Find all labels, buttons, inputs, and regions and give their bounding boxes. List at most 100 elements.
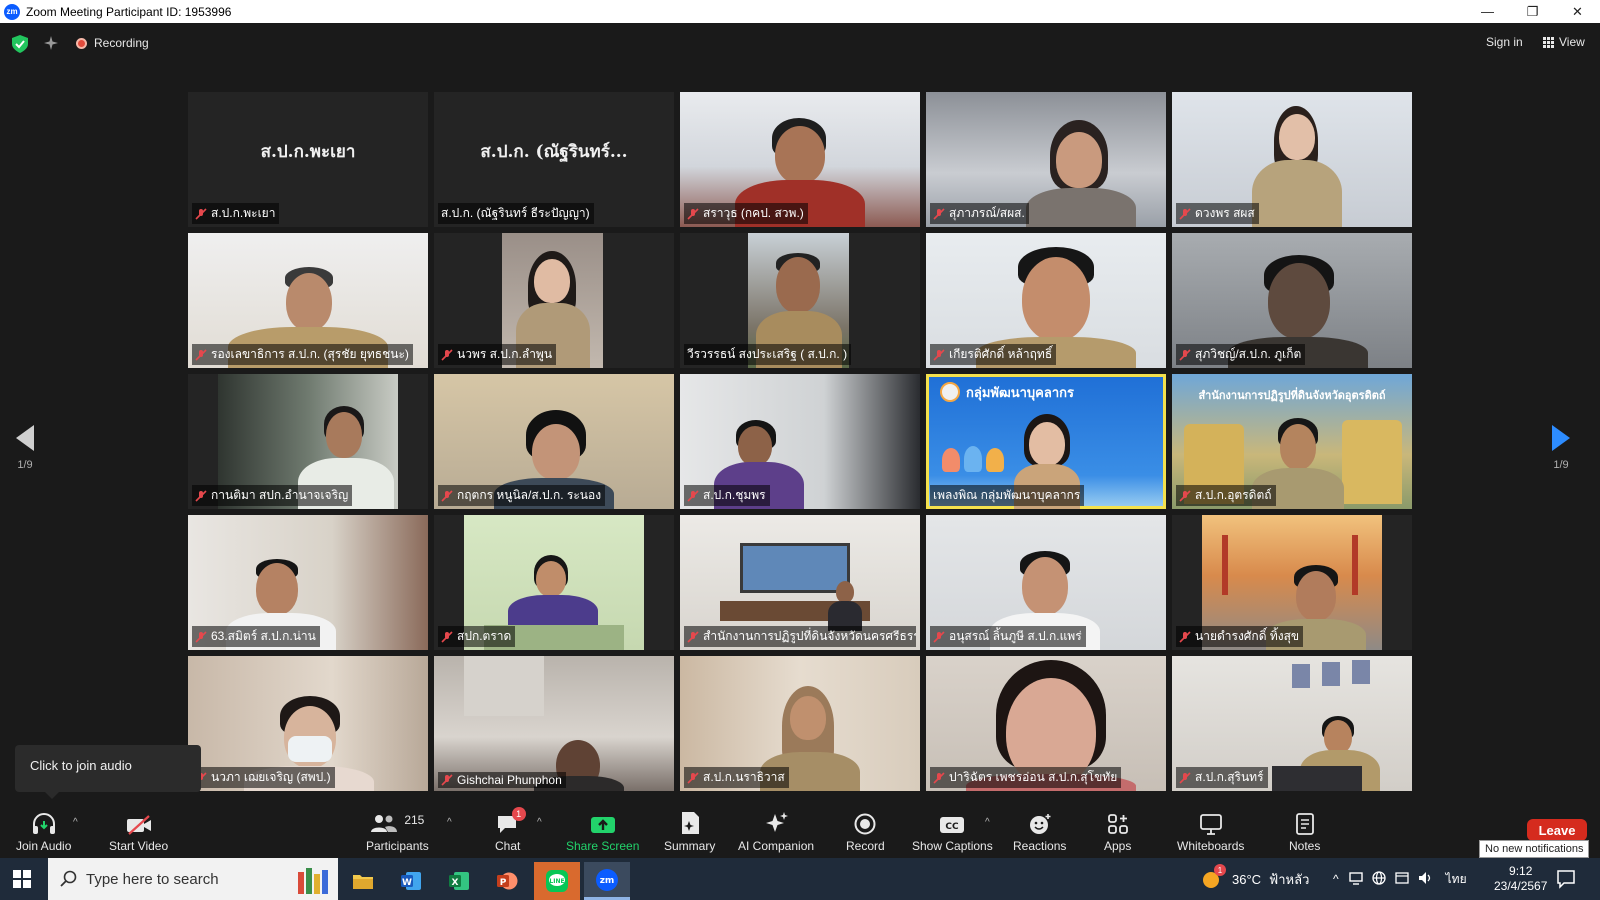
- participant-name: รองเลขาธิการ ส.ป.ก. (สุรชัย ยุทธชนะ): [211, 347, 409, 361]
- participant-name-display: ส.ป.ก.พะเยา: [260, 142, 356, 162]
- tray-window-icon[interactable]: [1394, 871, 1409, 888]
- notes-button[interactable]: Notes: [1289, 811, 1320, 853]
- zoom-taskbar-icon[interactable]: zm: [584, 862, 630, 900]
- excel-icon[interactable]: X: [436, 862, 482, 900]
- participant-name: สำนักงานการปฏิรูปที่ดินจังหวัดนครศรีธรร.…: [703, 629, 916, 643]
- muted-mic-icon: [195, 207, 207, 220]
- participant-tile[interactable]: ส.ป.ก. (ณัฐรินทร์... ส.ป.ก. (ณัฐรินทร์ ธ…: [434, 92, 674, 227]
- arrow-right-icon: [1552, 425, 1570, 451]
- participant-name: นวพร ส.ป.ก.ลำพูน: [457, 347, 553, 361]
- chat-options-caret-icon[interactable]: ^: [537, 817, 542, 828]
- participants-count: 215: [404, 813, 425, 827]
- reactions-button[interactable]: Reactions: [1013, 811, 1066, 853]
- captions-options-caret-icon[interactable]: ^: [985, 817, 990, 828]
- participant-name: Gishchai Phunphon: [457, 773, 562, 787]
- action-center-icon[interactable]: [1556, 869, 1576, 894]
- participant-tile[interactable]: อนุสรณ์ ลิ้นภูษี ส.ป.ก.แพร่: [926, 515, 1166, 650]
- restore-button[interactable]: ❐: [1510, 0, 1555, 23]
- show-captions-button[interactable]: CC Show Captions: [912, 811, 993, 853]
- taskbar-search-box[interactable]: Type here to search: [48, 858, 338, 900]
- network-globe-icon[interactable]: [1371, 870, 1386, 888]
- participant-label: สุภาภรณ์/สผส.: [930, 203, 1029, 224]
- next-page-button[interactable]: 1/9: [1552, 425, 1570, 471]
- participant-label: ส.ป.ก. (ณัฐรินทร์ ธีระปัญญา): [438, 203, 594, 224]
- whiteboards-button[interactable]: Whiteboards: [1177, 811, 1244, 853]
- apps-button[interactable]: Apps: [1104, 811, 1131, 853]
- participant-tile[interactable]: ปาริฉัตร เพชรอ่อน ส.ป.ก.สุโขทัย: [926, 656, 1166, 791]
- participant-tile[interactable]: สำนักงานการปฏิรูปที่ดินจังหวัดนครศรีธรร.…: [680, 515, 920, 650]
- muted-mic-icon: [441, 489, 453, 502]
- participant-tile-active-speaker[interactable]: กลุ่มพัฒนาบุคลากร เพลงพิณ กลุ่มพัฒนาบุคล…: [926, 374, 1166, 509]
- minimize-button[interactable]: —: [1465, 0, 1510, 23]
- participant-tile[interactable]: สปก.ตราด: [434, 515, 674, 650]
- muted-mic-icon: [1179, 348, 1191, 361]
- participant-tile[interactable]: นายดำรงศักดิ์ ทิ้งสุข: [1172, 515, 1412, 650]
- participant-tile[interactable]: ส.ป.ก.สุรินทร์: [1172, 656, 1412, 791]
- weather-widget[interactable]: 1 36°C ฟ้าหลัว: [1200, 858, 1309, 900]
- zoom-logo-icon: zm: [4, 3, 20, 20]
- join-audio-button[interactable]: Join Audio: [16, 811, 71, 853]
- chat-badge: 1: [511, 807, 526, 821]
- leave-button[interactable]: Leave: [1527, 819, 1587, 841]
- participant-label: นวภา เฌยเจริญ (สพป.): [192, 767, 335, 788]
- share-screen-button[interactable]: Share Screen: [566, 811, 639, 853]
- participant-tile[interactable]: เกียรติศักดิ์ หล้าฤทธิ์: [926, 233, 1166, 368]
- file-explorer-icon[interactable]: [340, 862, 386, 900]
- join-audio-tooltip[interactable]: Click to join audio: [15, 745, 201, 799]
- participant-tile[interactable]: ส.ป.ก.ชุมพร: [680, 374, 920, 509]
- view-button[interactable]: View: [1543, 35, 1585, 49]
- line-app-icon[interactable]: LINE: [534, 862, 580, 900]
- tray-monitor-icon[interactable]: [1348, 871, 1363, 888]
- windows-start-icon[interactable]: [13, 870, 31, 888]
- close-button[interactable]: ✕: [1555, 0, 1600, 23]
- audio-options-caret-icon[interactable]: ^: [73, 817, 78, 828]
- participant-tile[interactable]: สุภวิชญ์/ส.ป.ก. ภูเก็ต: [1172, 233, 1412, 368]
- participants-button[interactable]: 215 Participants: [366, 811, 429, 853]
- ai-companion-button[interactable]: AI Companion: [738, 811, 814, 853]
- record-icon: [854, 813, 876, 835]
- word-icon[interactable]: W: [388, 862, 434, 900]
- muted-mic-icon: [933, 771, 945, 784]
- participant-tile[interactable]: กานติมา สปก.อำนาจเจริญ: [188, 374, 428, 509]
- participant-name: ส.ป.ก.ชุมพร: [703, 488, 766, 502]
- volume-speaker-icon[interactable]: [1418, 871, 1434, 888]
- search-placeholder: Type here to search: [86, 870, 219, 888]
- participant-tile[interactable]: วีรวรรธน์ สงประเสริฐ ( ส.ป.ก. ): [680, 233, 920, 368]
- participant-tile[interactable]: ดวงพร สผส: [1172, 92, 1412, 227]
- summary-button[interactable]: Summary: [664, 811, 715, 853]
- participant-tile[interactable]: กฤตกร หนูนิล/ส.ป.ก. ระนอง: [434, 374, 674, 509]
- sign-in-link[interactable]: Sign in: [1486, 35, 1523, 49]
- recording-indicator[interactable]: Recording: [76, 36, 149, 50]
- participant-tile[interactable]: รองเลขาธิการ ส.ป.ก. (สุรชัย ยุทธชนะ): [188, 233, 428, 368]
- record-button[interactable]: Record: [846, 811, 885, 853]
- participant-tile[interactable]: นวภา เฌยเจริญ (สพป.): [188, 656, 428, 791]
- taskbar-clock[interactable]: 9:12 23/4/2567: [1494, 864, 1547, 894]
- muted-mic-icon: [441, 774, 453, 786]
- participant-tile[interactable]: ส.ป.ก.พะเยา ส.ป.ก.พะเยา: [188, 92, 428, 227]
- muted-mic-icon: [441, 630, 453, 643]
- headphones-icon: [32, 813, 55, 834]
- language-indicator[interactable]: ไทย: [1446, 870, 1467, 889]
- participant-tile[interactable]: สำนักงานการปฏิรูปที่ดินจังหวัดอุตรดิตถ์ …: [1172, 374, 1412, 509]
- participant-name: 63.สมิตร์ ส.ป.ก.น่าน: [211, 629, 316, 643]
- participants-options-caret-icon[interactable]: ^: [447, 817, 452, 828]
- participant-tile[interactable]: 63.สมิตร์ ส.ป.ก.น่าน: [188, 515, 428, 650]
- whiteboards-label: Whiteboards: [1177, 839, 1245, 853]
- start-video-button[interactable]: Start Video: [109, 811, 168, 853]
- security-shield-icon[interactable]: [12, 35, 28, 53]
- view-label: View: [1559, 35, 1585, 49]
- ai-sparkle-icon[interactable]: [43, 35, 59, 51]
- participant-tile[interactable]: นวพร ส.ป.ก.ลำพูน: [434, 233, 674, 368]
- previous-page-button[interactable]: 1/9: [16, 425, 34, 471]
- participant-tile[interactable]: Gishchai Phunphon: [434, 656, 674, 791]
- participant-tile[interactable]: ส.ป.ก.นราธิวาส: [680, 656, 920, 791]
- powerpoint-icon[interactable]: P: [484, 862, 530, 900]
- tray-chevron-up-icon[interactable]: ^: [1333, 872, 1339, 886]
- page-indicator-left: 1/9: [17, 459, 33, 471]
- participant-name: นวภา เฌยเจริญ (สพป.): [211, 770, 331, 784]
- participant-tile[interactable]: สราวุธ (กคป. สวพ.): [680, 92, 920, 227]
- chat-button[interactable]: 1 Chat: [495, 807, 526, 853]
- participant-label: 63.สมิตร์ ส.ป.ก.น่าน: [192, 626, 320, 647]
- banner-title: สำนักงานการปฏิรูปที่ดินจังหวัดอุตรดิตถ์: [1198, 390, 1386, 402]
- participant-tile[interactable]: สุภาภรณ์/สผส.: [926, 92, 1166, 227]
